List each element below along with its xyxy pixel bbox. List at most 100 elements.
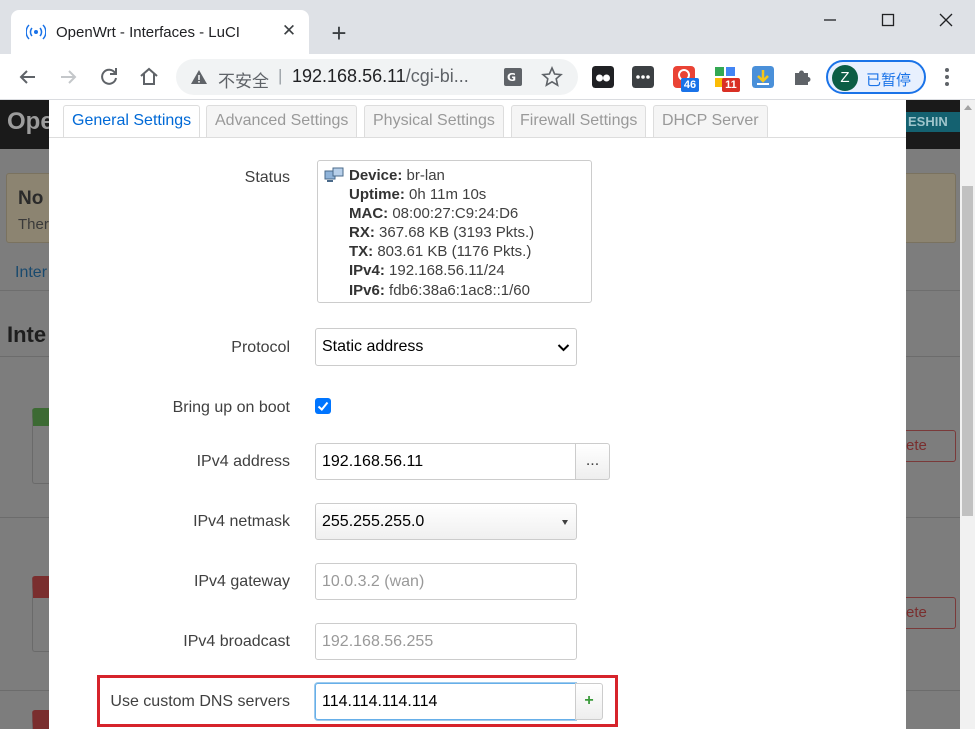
ipv4-address-input[interactable]: 192.168.56.11 — [315, 443, 576, 480]
status-details: Device: br-lan Uptime: 0h 11m 10s MAC: 0… — [349, 166, 534, 300]
warning-icon[interactable] — [190, 68, 208, 86]
tab-advanced-settings[interactable]: Advanced Settings — [206, 105, 358, 137]
new-tab-icon[interactable]: + — [325, 20, 353, 48]
browser-toolbar: 不安全 | 192.168.56.11/cgi-bi... G 46 11 Z … — [0, 54, 975, 100]
status-panel: Device: br-lan Uptime: 0h 11m 10s MAC: 0… — [317, 160, 592, 303]
alert-text: Ther — [18, 216, 49, 233]
address-bar[interactable]: 不安全 | 192.168.56.11/cgi-bi... G — [176, 59, 578, 95]
status-value: fdb6:38a6:1ac8::1/60 — [389, 281, 530, 299]
svg-text:G: G — [507, 71, 516, 84]
status-row-ipv4: IPv4: 192.168.56.11/24 — [349, 261, 534, 280]
ipv4-gateway-label: IPv4 gateway — [193, 573, 290, 590]
ipv4-broadcast-placeholder: 192.168.56.255 — [322, 633, 434, 650]
profile-button[interactable]: Z 已暂停 — [826, 60, 926, 94]
page-heading: Inte — [7, 322, 47, 347]
bring-up-on-boot-checkbox[interactable] — [315, 398, 331, 414]
avatar: Z — [832, 65, 858, 91]
bookmark-star-icon[interactable] — [541, 66, 563, 88]
dns-label: Use custom DNS servers — [110, 693, 290, 710]
status-row-device: Device: br-lan — [349, 166, 534, 185]
luci-hostname-badge: ESHIN — [906, 112, 960, 132]
extension-download-icon[interactable] — [752, 66, 774, 88]
url-host: 192.168.56.11 — [292, 66, 406, 86]
maximize-icon[interactable] — [876, 8, 900, 32]
interface-badge-wan — [32, 576, 50, 652]
wireless-favicon-icon — [26, 24, 46, 40]
browser-tab[interactable]: OpenWrt - Interfaces - LuCI ✕ — [11, 10, 309, 54]
interface-badge-lan — [32, 408, 50, 484]
protocol-label: Protocol — [231, 339, 290, 356]
alert-title: No — [18, 188, 44, 209]
extension-ghost-icon[interactable] — [592, 66, 614, 88]
omnibox-separator: | — [278, 66, 283, 85]
status-value: 192.168.56.11/24 — [389, 262, 505, 280]
tab-physical-settings[interactable]: Physical Settings — [364, 105, 504, 137]
status-row-uptime: Uptime: 0h 11m 10s — [349, 185, 534, 204]
reload-icon[interactable] — [97, 65, 121, 89]
tab-strip: OpenWrt - Interfaces - LuCI ✕ + — [0, 0, 975, 54]
home-icon[interactable] — [137, 65, 161, 89]
url-path: /cgi-bi... — [405, 66, 469, 86]
status-key: Uptime: — [349, 186, 405, 204]
extension-badge: 11 — [722, 78, 740, 92]
boot-label: Bring up on boot — [172, 399, 290, 416]
delete-button-wan: ete — [906, 597, 956, 629]
ipv4-address-calculator-button[interactable]: ... — [575, 443, 610, 480]
extension-dots-icon[interactable] — [632, 66, 654, 88]
status-key: RX: — [349, 224, 375, 242]
ipv4-broadcast-label: IPv4 broadcast — [183, 633, 290, 650]
ipv4-netmask-label: IPv4 netmask — [193, 513, 290, 530]
page-scrollbar[interactable] — [960, 100, 975, 729]
protocol-value: Static address — [322, 338, 424, 355]
status-row-mac: MAC: 08:00:27:C9:24:D6 — [349, 204, 534, 223]
status-value: 803.61 KB (1176 Pkts.) — [377, 243, 532, 261]
not-secure-label[interactable]: 不安全 — [218, 67, 269, 92]
extension-red-icon[interactable]: 46 — [673, 66, 699, 92]
ipv4-broadcast-input[interactable]: 192.168.56.255 — [315, 623, 577, 660]
checkmark-icon — [317, 401, 329, 411]
tabs-divider — [49, 137, 906, 138]
ipv4-address-label: IPv4 address — [196, 453, 290, 470]
minimize-icon[interactable] — [818, 8, 842, 32]
extension-grid-icon[interactable]: 11 — [714, 66, 740, 92]
status-row-rx: RX: 367.68 KB (3193 Pkts.) — [349, 223, 534, 242]
status-label: Status — [244, 169, 290, 186]
tab-close-icon[interactable]: ✕ — [279, 21, 299, 41]
translate-icon[interactable]: G — [503, 67, 523, 87]
forward-icon[interactable] — [56, 65, 80, 89]
status-key: Device: — [349, 167, 403, 184]
ipv4-gateway-placeholder: 10.0.3.2 (wan) — [322, 573, 425, 590]
breadcrumb: Inter — [15, 264, 48, 281]
tab-title: OpenWrt - Interfaces - LuCI — [56, 24, 240, 41]
add-dns-button[interactable]: + — [575, 683, 603, 720]
luci-brand: Ope — [7, 108, 54, 135]
url-text[interactable]: 192.168.56.11/cgi-bi... — [292, 66, 469, 87]
network-device-icon — [324, 167, 344, 182]
back-icon[interactable] — [16, 65, 40, 89]
scroll-up-icon[interactable] — [964, 105, 972, 110]
interface-badge-wan6 — [32, 710, 50, 729]
ipv4-netmask-dropdown[interactable]: 255.255.255.0 — [315, 503, 577, 540]
tab-dhcp-server[interactable]: DHCP Server — [653, 105, 768, 137]
scrollbar-thumb[interactable] — [962, 186, 973, 516]
window-close-icon[interactable] — [934, 8, 958, 32]
ipv4-netmask-value: 255.255.255.0 — [322, 513, 425, 530]
extension-badge: 46 — [681, 78, 699, 92]
tab-firewall-settings[interactable]: Firewall Settings — [511, 105, 647, 137]
status-value: br-lan — [406, 167, 445, 184]
delete-button-lan: ete — [906, 430, 956, 462]
browser-menu-icon[interactable] — [936, 65, 958, 89]
dns-server-value: 114.114.114.114 — [322, 693, 438, 710]
status-key: IPv4: — [349, 262, 385, 280]
protocol-select[interactable]: Static address — [315, 328, 577, 366]
status-key: MAC: — [349, 205, 389, 223]
tab-general-settings[interactable]: General Settings — [63, 105, 201, 138]
extensions-puzzle-icon[interactable] — [791, 66, 813, 88]
dns-server-input[interactable]: 114.114.114.114 — [315, 683, 576, 720]
status-value: 367.68 KB (3193 Pkts.) — [379, 224, 535, 242]
status-key: TX: — [349, 243, 374, 261]
status-row-ipv6: IPv6: fdb6:38a6:1ac8::1/60 — [349, 281, 534, 300]
profile-status-label: 已暂停 — [866, 72, 912, 89]
ipv4-gateway-input[interactable]: 10.0.3.2 (wan) — [315, 563, 577, 600]
caret-down-icon — [562, 520, 568, 525]
